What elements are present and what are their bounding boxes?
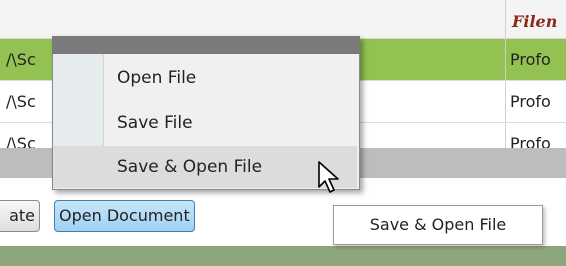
status-strip [0, 246, 566, 266]
mouse-pointer-icon [318, 161, 339, 193]
grid-header [0, 0, 566, 39]
open-document-button[interactable]: Open Document [54, 200, 195, 232]
cell-type: Profo [510, 134, 551, 149]
partial-button[interactable]: ate [0, 200, 40, 232]
context-menu-titlebar [52, 36, 360, 54]
cell-path: /\Sc [6, 50, 36, 69]
menu-item-save-file[interactable]: Save File [104, 102, 356, 144]
cell-type: Profo [510, 50, 551, 69]
tooltip: Save & Open File [333, 205, 543, 245]
column-header-label: Filen [512, 12, 558, 31]
cell-type: Profo [510, 92, 551, 111]
cell-path: /\Sc [6, 92, 36, 111]
menu-item-save-open-file[interactable]: Save & Open File [53, 146, 357, 188]
cell-path: /\Sc [6, 134, 36, 149]
menu-item-open-file[interactable]: Open File [104, 57, 356, 99]
